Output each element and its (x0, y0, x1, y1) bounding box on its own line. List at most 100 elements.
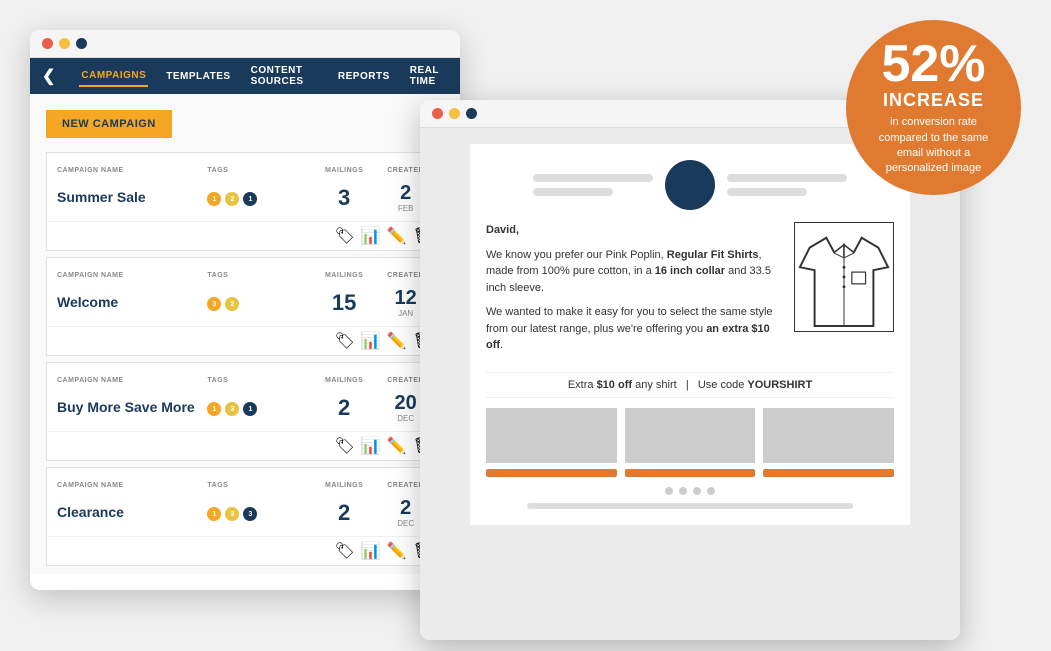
tag-dot-yellow: 2 (225, 297, 239, 311)
tags-label: TAGS (207, 272, 228, 279)
product-cta-2 (625, 469, 756, 477)
close-dot (42, 38, 53, 49)
dot-3 (693, 487, 701, 495)
nav-real-time[interactable]: REAL TIME (408, 61, 448, 91)
campaign-actions: 🏷 📊 ✏️ 🗑 (47, 431, 443, 460)
email-card: David, We know you prefer our Pink Popli… (470, 144, 910, 525)
product-image-1 (486, 408, 617, 463)
mailings-count: 2 (338, 500, 350, 525)
tag-icon[interactable]: 🏷 (335, 226, 355, 246)
title-bar-1 (30, 30, 460, 58)
edit-icon[interactable]: ✏️ (387, 331, 407, 351)
tags-label: TAGS (207, 482, 228, 489)
campaign-actions: 🏷 📊 ✏️ 🗑 (47, 536, 443, 565)
dot-4 (707, 487, 715, 495)
badge-percent: 52% (881, 38, 985, 90)
nav-content-sources[interactable]: CONTENT SOURCES (249, 61, 320, 91)
tag-dot-yellow: 3 (225, 402, 239, 416)
tag-dot-orange: 1 (207, 402, 221, 416)
mailings-count: 3 (338, 185, 350, 210)
mailings-count: 2 (338, 395, 350, 420)
tags-container: 1 3 3 (207, 507, 310, 521)
header-line-3 (727, 174, 847, 182)
created-date: 2 (400, 182, 411, 204)
created-date: 20 (395, 392, 417, 414)
nav-templates[interactable]: TEMPLATES (164, 67, 232, 86)
para1: We know you prefer our Pink Poplin, Regu… (486, 247, 782, 297)
email-browser: David, We know you prefer our Pink Popli… (420, 100, 960, 640)
email-footer-line (527, 503, 853, 509)
product-cta-3 (763, 469, 894, 477)
chart-icon[interactable]: 📊 (361, 436, 381, 456)
header-lines (533, 174, 653, 196)
tag-icon[interactable]: 🏷 (335, 541, 355, 561)
campaign-row: CAMPAIGN NAME TAGS MAILINGS CREATED Welc… (46, 257, 444, 356)
tags-container: 3 2 (207, 297, 310, 311)
header-lines-2 (727, 174, 847, 196)
minimize-dot-2 (449, 108, 460, 119)
campaigns-browser: ❮ CAMPAIGNS TEMPLATES CONTENT SOURCES RE… (30, 30, 460, 590)
camp-name-label: CAMPAIGN NAME (57, 167, 124, 174)
maximize-dot-2 (466, 108, 477, 119)
tag-dot-yellow: 2 (225, 192, 239, 206)
edit-icon[interactable]: ✏️ (387, 541, 407, 561)
new-campaign-button[interactable]: NEW CAMPAIGN (46, 110, 172, 138)
chart-icon[interactable]: 📊 (361, 226, 381, 246)
tag-dot-orange: 1 (207, 507, 221, 521)
tags-container: 1 2 1 (207, 192, 310, 206)
campaign-actions: 🏷 📊 ✏️ 🗑 (47, 326, 443, 355)
campaign-name: Buy More Save More (57, 399, 195, 415)
email-dots (486, 487, 894, 495)
tags-label: TAGS (207, 377, 228, 384)
tag-dot-navy: 1 (243, 192, 257, 206)
dot-1 (665, 487, 673, 495)
chart-icon[interactable]: 📊 (361, 331, 381, 351)
campaign-row: CAMPAIGN NAME TAGS MAILINGS CREATED Summ… (46, 152, 444, 251)
mailings-label: MAILINGS (325, 482, 363, 489)
product-image-2 (625, 408, 756, 463)
created-label: CREATED (387, 167, 424, 174)
tag-icon[interactable]: 🏷 (335, 436, 355, 456)
dot-2 (679, 487, 687, 495)
created-label: CREATED (387, 272, 424, 279)
created-date: 12 (395, 287, 417, 309)
chart-icon[interactable]: 📊 (361, 541, 381, 561)
shirt-illustration (794, 222, 894, 332)
nav-bar: ❮ CAMPAIGNS TEMPLATES CONTENT SOURCES RE… (30, 58, 460, 94)
tag-dot-orange: 1 (207, 192, 221, 206)
nav-campaigns[interactable]: CAMPAIGNS (79, 66, 148, 87)
header-line-2 (533, 188, 613, 196)
edit-icon[interactable]: ✏️ (387, 226, 407, 246)
promo-bar: Extra $10 off any shirt | Use code YOURS… (486, 372, 894, 398)
minimize-dot (59, 38, 70, 49)
tag-dot-navy: 1 (243, 402, 257, 416)
campaigns-content: NEW CAMPAIGN CAMPAIGN NAME TAGS MAILINGS… (30, 94, 460, 574)
campaign-row: CAMPAIGN NAME TAGS MAILINGS CREATED Buy … (46, 362, 444, 461)
created-label: CREATED (387, 482, 424, 489)
camp-name-label: CAMPAIGN NAME (57, 377, 124, 384)
camp-name-label: CAMPAIGN NAME (57, 272, 124, 279)
tag-icon[interactable]: 🏷 (335, 331, 355, 351)
avatar (665, 160, 715, 210)
email-header (486, 160, 894, 210)
tag-dot-navy: 3 (243, 507, 257, 521)
campaign-row: CAMPAIGN NAME TAGS MAILINGS CREATED Clea… (46, 467, 444, 566)
product-labels (486, 469, 894, 477)
tags-label: TAGS (207, 167, 228, 174)
edit-icon[interactable]: ✏️ (387, 436, 407, 456)
product-images (486, 408, 894, 463)
campaign-name: Summer Sale (57, 189, 146, 205)
created-date: 2 (400, 497, 411, 519)
tags-container: 1 3 1 (207, 402, 310, 416)
header-line-1 (533, 174, 653, 182)
campaign-name: Welcome (57, 294, 118, 310)
camp-name-label: CAMPAIGN NAME (57, 482, 124, 489)
conversion-badge: 52% INCREASE in conversion rate compared… (846, 20, 1021, 195)
para2: We wanted to make it easy for you to sel… (486, 304, 782, 354)
created-label: CREATED (387, 377, 424, 384)
mailings-label: MAILINGS (325, 167, 363, 174)
nav-reports[interactable]: REPORTS (336, 67, 392, 86)
campaign-name: Clearance (57, 504, 124, 520)
mailings-count: 15 (332, 290, 356, 315)
email-body: David, We know you prefer our Pink Popli… (486, 222, 894, 362)
